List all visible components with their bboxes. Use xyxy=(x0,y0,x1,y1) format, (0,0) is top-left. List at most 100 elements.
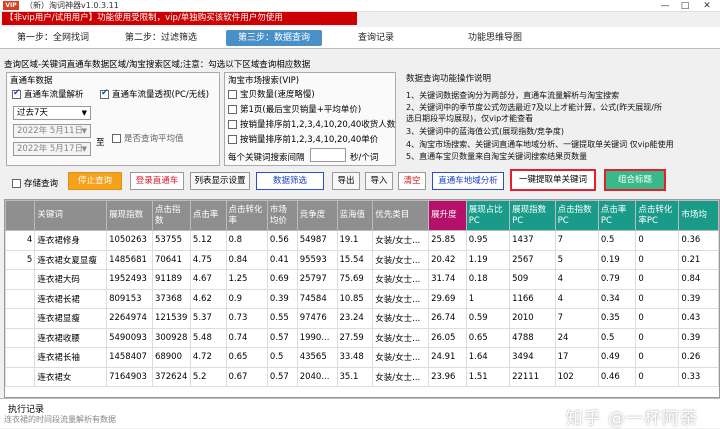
checkbox-tb-price[interactable] xyxy=(228,135,237,144)
close-button[interactable]: ✕ xyxy=(698,0,716,12)
table-row[interactable]: 连衣裙显瘦 2264974 121539 5.37 0.73 0.55 97476 23.24… xyxy=(5,308,719,329)
tb-opt1-label: 宝贝数量(速度略慢) xyxy=(240,90,315,100)
col-header[interactable] xyxy=(5,200,36,231)
ztc-title: 直通车数据 xyxy=(10,76,53,86)
table-row[interactable]: 4 连衣裙修身 1050263 53755 5.12 0.8 0.56 54987 19.1 女装… xyxy=(5,230,719,251)
col-header[interactable]: 点击率 xyxy=(189,200,227,231)
checkbox-avg[interactable] xyxy=(112,134,121,143)
table-cell: 0.43 xyxy=(678,308,719,329)
avg-row[interactable]: 是否查询平均值 xyxy=(112,132,184,144)
table-cell: 35.1 xyxy=(336,366,374,387)
minimize-button[interactable]: — xyxy=(656,0,674,12)
table-cell: 0.19 xyxy=(597,249,637,270)
table-row[interactable]: 5 连衣裙女夏显瘦 1485681 70641 4.75 0.84 0.41 95593 15.… xyxy=(5,249,719,270)
data-filter-button[interactable]: 数据筛选 xyxy=(256,172,324,190)
list-settings-button[interactable]: 列表显示设置 xyxy=(190,172,250,190)
date-from-field[interactable]: 2022年 5月11日 ▼ xyxy=(13,124,91,138)
col-header[interactable]: 点击率PC xyxy=(597,200,637,231)
table-cell: 2567 xyxy=(509,249,556,270)
table-cell: 0.34 xyxy=(597,288,637,309)
step-tabs: 第一步：全网找词 第二步：过滤筛选 第三步：数据查询 查询记录 功能思维导图 xyxy=(0,27,720,49)
combine-title-button[interactable]: 组合标题 xyxy=(604,169,666,191)
tb-opt4-row[interactable]: 按销量排序前1,2,3,4,10,20,40单价 xyxy=(228,133,378,145)
interval-input[interactable] xyxy=(310,148,346,162)
table-cell: 女装/女士... xyxy=(372,308,430,329)
col-header[interactable]: 点击指数 xyxy=(151,200,191,231)
col-header[interactable]: 展升度 xyxy=(428,200,467,231)
checkbox-save-query[interactable] xyxy=(12,179,21,188)
table-row[interactable]: 连衣裙长裙 809153 37368 4.62 0.9 0.39 74584 10.85 女装/… xyxy=(5,288,719,309)
extract-keyword-button[interactable]: 一键提取单关键词 xyxy=(510,169,596,191)
table-cell xyxy=(5,288,36,309)
table-row[interactable]: 连衣裙大码 1952493 91189 4.67 1.25 0.69 25797 75.69 女… xyxy=(5,269,719,290)
table-cell: 4.75 xyxy=(189,249,227,270)
col-header[interactable]: 市场均价 xyxy=(266,200,298,231)
col-header[interactable]: 竞争度 xyxy=(296,200,338,231)
help-line5: 4、淘宝市场搜索、关键词直通车地域分析、一键提取单关键词 仅vip能使用 xyxy=(406,140,674,149)
table-cell: 0.56 xyxy=(266,230,298,251)
col-header[interactable]: 展现指数 xyxy=(106,200,153,231)
save-query-row[interactable]: 存储查询 xyxy=(12,177,58,189)
ztc-chk1-row[interactable]: 直通车流量解析 xyxy=(12,88,84,100)
table-cell: 4788 xyxy=(509,327,556,348)
table-row[interactable]: 连衣裙女 7164903 372624 5.2 0.67 0.57 2040... 35.1 女… xyxy=(5,366,719,387)
table-cell: 24 xyxy=(554,327,599,348)
table-cell: 0.57 xyxy=(266,327,298,348)
table-cell xyxy=(5,347,36,368)
range-select[interactable]: 过去7天 ▼ xyxy=(13,106,91,120)
table-cell: 女装/女士... xyxy=(372,288,430,309)
table-cell: 1.19 xyxy=(465,249,511,270)
maximize-button[interactable]: □ xyxy=(676,0,694,12)
import-button[interactable]: 导入 xyxy=(365,172,393,190)
tab-step2[interactable]: 第二步：过滤筛选 xyxy=(116,30,206,46)
clear-button[interactable]: 清空 xyxy=(398,172,426,190)
region-analysis-button[interactable]: 直通车地域分析 xyxy=(432,172,504,190)
tab-step1[interactable]: 第一步：全网找词 xyxy=(8,30,98,46)
table-cell: 5490093 xyxy=(106,327,153,348)
range-value: 过去7天 xyxy=(17,108,48,118)
tab-mindmap[interactable]: 功能思维导图 xyxy=(450,30,540,46)
table-cell: 4.72 xyxy=(189,347,227,368)
export-button[interactable]: 导出 xyxy=(332,172,360,190)
login-ztc-button[interactable]: 登录直通车 xyxy=(130,172,184,190)
table-cell: 0.33 xyxy=(678,366,719,387)
date-to-value: 2022年 5月17日 xyxy=(17,144,84,154)
ztc-chk2-row[interactable]: 直通车流量透视(PC/无线) xyxy=(100,88,209,100)
tb-opt2-row[interactable]: 第1页(最后宝贝销量+平均单价) xyxy=(228,103,361,115)
col-header[interactable]: 蓝海值 xyxy=(336,200,374,231)
stop-query-button[interactable]: 停止查询 xyxy=(68,172,122,190)
checkbox-tb-page1[interactable] xyxy=(228,105,237,114)
table-cell: 女装/女士... xyxy=(372,230,430,251)
table-row[interactable]: 连衣裙长袖 1458407 68900 4.72 0.65 0.5 43565 33.48 女装… xyxy=(5,347,719,368)
col-header[interactable]: 关键词 xyxy=(34,200,108,231)
checkbox-tb-buyers[interactable] xyxy=(228,120,237,129)
interval-label: 每个关键词搜索间隔 xyxy=(228,153,305,163)
tb-opt1-row[interactable]: 宝贝数量(速度略慢) xyxy=(228,88,315,100)
col-header[interactable]: 展现指数PC xyxy=(509,200,556,231)
help-line3: 选日期段平均展现)，仅vip才能查看 xyxy=(406,114,534,123)
col-header[interactable]: 市场均 xyxy=(678,200,719,231)
checkbox-tb-count[interactable] xyxy=(228,90,237,99)
date-to-field[interactable]: 2022年 5月17日 ▼ xyxy=(13,142,91,156)
checkbox-ztc-analysis[interactable] xyxy=(12,88,21,99)
table-cell: 53755 xyxy=(151,230,191,251)
tb-opt3-row[interactable]: 按销量排序前1,2,3,4,10,20,40收货人数 xyxy=(228,118,395,130)
table-cell: 女装/女士... xyxy=(372,327,430,348)
tab-query-history[interactable]: 查询记录 xyxy=(346,30,406,46)
col-header[interactable]: 点击指数PC xyxy=(554,200,599,231)
chevron-down-icon: ▼ xyxy=(81,109,87,117)
table-cell: 7 xyxy=(554,230,599,251)
col-header[interactable]: 展现占比PC xyxy=(465,200,511,231)
col-header[interactable]: 点击转化率 xyxy=(225,200,268,231)
table-cell: 1458407 xyxy=(106,347,153,368)
table-row[interactable]: 连衣裙收腰 5490093 300928 5.48 0.74 0.57 1990... 27.… xyxy=(5,327,719,348)
table-cell: 15.54 xyxy=(336,249,374,270)
table-cell: 25.85 xyxy=(428,230,467,251)
col-header[interactable]: 点击转化率PC xyxy=(635,200,680,231)
table-cell: 4.62 xyxy=(189,288,227,309)
checkbox-ztc-perspective[interactable] xyxy=(100,88,109,99)
col-header[interactable]: 优先类目 xyxy=(372,200,430,231)
table-cell: 22111 xyxy=(509,366,556,387)
tab-step3[interactable]: 第三步：数据查询 xyxy=(226,30,322,46)
help-line6: 5、直通车宝贝数量来自淘宝关键词搜索结果页数量 xyxy=(406,152,588,161)
